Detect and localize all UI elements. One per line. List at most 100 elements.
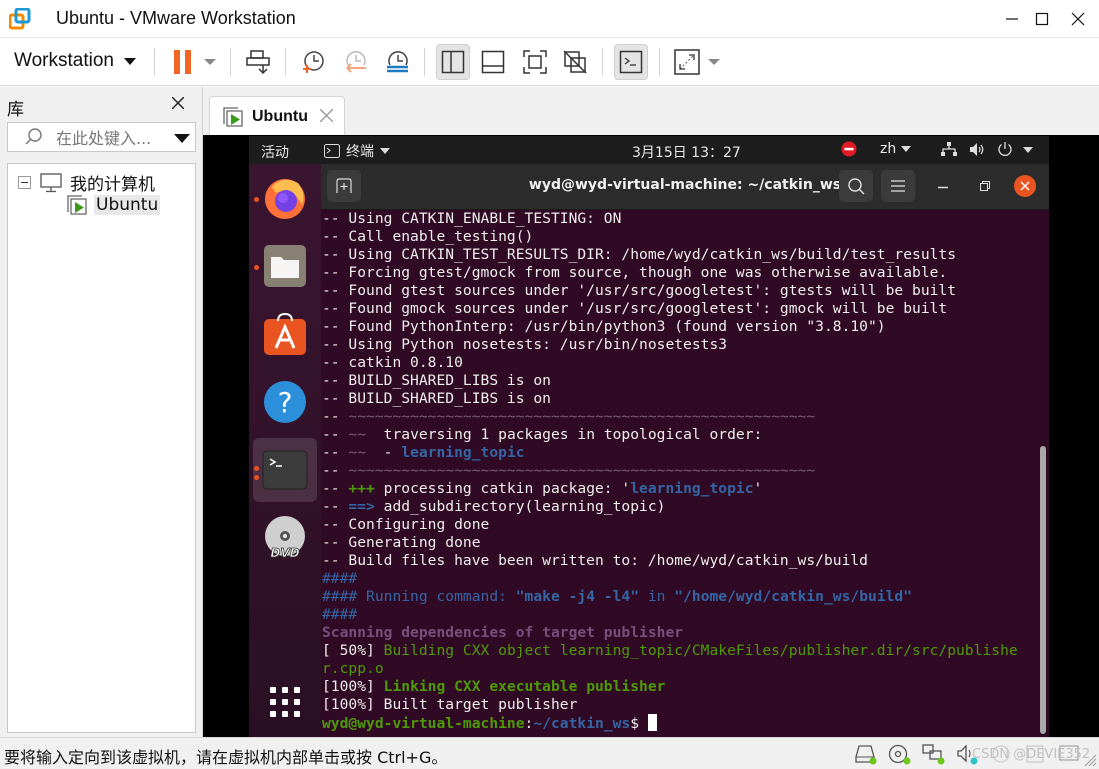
terminal-text-segment: add_subdirectory(learning_topic) — [374, 498, 666, 515]
take-snapshot-button[interactable] — [296, 44, 330, 80]
terminal-text-segment: -- — [322, 498, 349, 515]
search-icon — [848, 178, 865, 195]
toolbar-divider — [154, 48, 155, 76]
terminal-line: -- ~~ - learning_topic — [322, 444, 1049, 462]
terminal-text-segment: [ 50%] — [322, 642, 384, 659]
running-indicator — [254, 475, 259, 480]
status-bar: 要将输入定向到该虚拟机，请在虚拟机内部单击或按 Ctrl+G。 CSDN @DE… — [0, 737, 1099, 769]
library-search-input[interactable]: 在此处键入... — [7, 122, 196, 152]
pause-dropdown-icon[interactable] — [204, 59, 216, 65]
power-icon[interactable] — [997, 141, 1013, 157]
clock[interactable]: 3月15日 13：27 — [632, 142, 741, 162]
minimize-button[interactable] — [997, 4, 1027, 34]
send-ctrl-alt-del-button[interactable] — [241, 44, 275, 80]
terminal-line: -- Using CATKIN_ENABLE_TESTING: ON — [322, 210, 1049, 228]
tree-item-my-computer[interactable]: 我的计算机 — [18, 170, 155, 195]
toolbar-divider — [285, 48, 286, 76]
terminal-line: r.cpp.o — [322, 660, 1049, 678]
workstation-menu-button[interactable]: Workstation — [14, 50, 136, 72]
cd-dvd-icon[interactable] — [888, 743, 912, 765]
dock-terminal[interactable] — [261, 446, 309, 494]
terminal-scrollbar[interactable] — [1040, 446, 1046, 734]
close-icon — [171, 96, 185, 110]
terminal-line: -- Configuring done — [322, 516, 1049, 534]
show-library-button[interactable] — [436, 44, 470, 80]
terminal-text-segment: learning_topic — [630, 480, 754, 497]
show-apps-button[interactable] — [261, 678, 309, 726]
terminal-minimize-icon[interactable] — [938, 186, 948, 189]
tree-item-ubuntu[interactable]: Ubuntu — [66, 194, 161, 216]
terminal-line: -- Using Python nosetests: /usr/bin/nose… — [322, 336, 1049, 354]
close-button[interactable] — [1063, 4, 1093, 34]
system-menu-chevron-icon[interactable] — [1023, 147, 1033, 153]
network-icon[interactable] — [941, 142, 957, 157]
snapshot-manager-button[interactable] — [380, 44, 414, 80]
network-adapter-icon[interactable] — [922, 743, 946, 765]
chevron-down-icon — [380, 148, 390, 154]
collapse-icon[interactable] — [18, 175, 32, 190]
console-view-button[interactable] — [614, 44, 648, 80]
tree-item-label: Ubuntu — [94, 195, 161, 215]
terminal-search-button[interactable] — [839, 170, 873, 202]
toolbar-divider — [602, 48, 603, 76]
revert-snapshot-button[interactable] — [338, 44, 372, 80]
terminal-text-segment: ' — [753, 480, 763, 497]
minimize-icon — [1006, 18, 1018, 20]
input-method-menu[interactable]: zh — [880, 141, 912, 157]
dock-files[interactable] — [261, 242, 309, 290]
terminal-restore-icon[interactable] — [980, 181, 990, 191]
stretch-guest-button[interactable] — [670, 44, 704, 80]
tab-close-button[interactable] — [319, 106, 334, 127]
dock-help[interactable]: ? — [261, 378, 309, 426]
terminal-text-segment: #### — [322, 570, 358, 587]
resize-grip-icon[interactable] — [1083, 753, 1097, 767]
terminal-text-segment: -- — [322, 462, 349, 479]
terminal-line: [ 50%] Building CXX object learning_topi… — [322, 642, 1049, 660]
unity-icon — [563, 50, 587, 74]
thumbnail-bar-button[interactable] — [476, 44, 510, 80]
unity-button[interactable] — [558, 44, 592, 80]
prompt-user-host: wyd@wyd-virtual-machine — [322, 715, 525, 732]
terminal-text-segment: ~~~~~~~~~~~~~~~~~~~~~~~~~~~~~~~~~~~~~~~~… — [348, 462, 816, 479]
terminal-line: -- Found gmock sources under '/usr/src/g… — [322, 300, 1049, 318]
dock-firefox[interactable] — [261, 174, 309, 222]
vm-running-icon — [223, 106, 243, 127]
terminal-text-segment: "/home/wyd/catkin_ws/build" — [674, 588, 913, 605]
tab-ubuntu[interactable]: Ubuntu — [209, 96, 345, 136]
pause-button[interactable] — [166, 44, 200, 80]
dock-software[interactable] — [261, 310, 309, 358]
terminal-text-segment: [100%] — [322, 678, 384, 695]
hamburger-menu-icon — [891, 180, 905, 192]
window-title: Ubuntu - VMware Workstation — [56, 8, 296, 28]
terminal-line: -- Generating done — [322, 534, 1049, 552]
stretch-dropdown-icon[interactable] — [708, 59, 720, 65]
show-apps-icon — [270, 687, 300, 717]
full-screen-button[interactable] — [518, 44, 552, 80]
app-menu-label: 终端 — [346, 144, 374, 160]
hard-disk-icon[interactable] — [854, 743, 878, 765]
computer-icon — [40, 172, 62, 192]
terminal-line: -- Found PythonInterp: /usr/bin/python3 … — [322, 318, 1049, 336]
search-dropdown-icon[interactable] — [174, 134, 190, 143]
terminal-output[interactable]: -- Using CATKIN_ENABLE_TESTING: ON -- Cal… — [321, 210, 1049, 737]
volume-icon[interactable] — [969, 142, 985, 157]
ubuntu-dock: ? DVD — [249, 164, 321, 737]
dock-dvd[interactable]: DVD — [261, 514, 309, 562]
maximize-icon — [1035, 12, 1049, 26]
gnome-top-bar: 活动 终端 3月15日 13：27 zh — [249, 136, 1049, 164]
terminal-text-segment: -- Using CATKIN_ENABLE_TESTING: ON — [322, 210, 622, 227]
toolbar-divider — [230, 48, 231, 76]
app-menu-button[interactable]: 终端 — [324, 141, 390, 161]
terminal-text-segment: -- Found PythonInterp: /usr/bin/python3 … — [322, 318, 886, 335]
running-indicator — [254, 466, 259, 471]
terminal-text-segment: in — [639, 588, 675, 605]
snapshot-take-icon — [303, 51, 324, 73]
library-close-button[interactable] — [171, 93, 185, 114]
prompt-path: ~/catkin_ws — [533, 715, 631, 732]
terminal-menu-button[interactable] — [881, 170, 915, 202]
activities-button[interactable]: 活动 — [261, 142, 289, 162]
terminal-close-button[interactable] — [1014, 175, 1036, 197]
terminal-text-segment: -- — [322, 408, 349, 425]
maximize-button[interactable] — [1027, 4, 1057, 34]
do-not-disturb-icon — [841, 141, 857, 157]
